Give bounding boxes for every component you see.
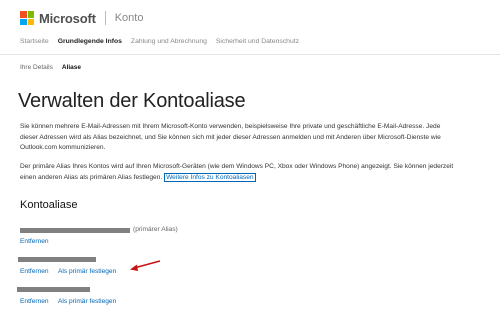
alias-3-make-primary-link[interactable]: Als primär festlegen [58, 298, 116, 305]
primary-alias-paragraph: Der primäre Alias Ihres Kontos wird auf … [20, 162, 460, 183]
alias-1-email-redacted [20, 228, 130, 233]
nav-item-startseite[interactable]: Startseite [20, 38, 49, 45]
main-nav: Startseite Grundlegende Infos Zahlung un… [20, 38, 299, 45]
aliases-heading: Kontoaliase [20, 199, 78, 211]
nav-item-zahlung[interactable]: Zahlung und Abrechnung [131, 38, 207, 45]
subnav-item-ihre-details[interactable]: Ihre Details [20, 64, 53, 71]
account-header: Microsoft Konto [20, 10, 143, 26]
header-divider [104, 11, 106, 25]
more-info-link[interactable]: Weitere Infos zu Kontoaliasen [164, 172, 256, 182]
annotation-arrow-icon [130, 260, 161, 271]
subnav-item-aliase[interactable]: Aliase [62, 64, 81, 71]
brand-name[interactable]: Microsoft [39, 11, 96, 26]
nav-divider [0, 54, 500, 55]
alias-1-remove-link[interactable]: Entfernen [20, 238, 49, 245]
alias-2-make-primary-link[interactable]: Als primär festlegen [58, 268, 116, 275]
alias-3-email-redacted [17, 287, 90, 292]
nav-item-grundlegende-infos[interactable]: Grundlegende Infos [58, 38, 122, 45]
alias-2-remove-link[interactable]: Entfernen [20, 268, 49, 275]
logo-square-yellow [27, 18, 34, 25]
alias-3-remove-link[interactable]: Entfernen [20, 298, 49, 305]
intro-paragraph: Sie können mehrere E-Mail-Adressen mit I… [20, 123, 441, 151]
primary-alias-badge: (primärer Alias) [133, 226, 178, 233]
logo-square-green [27, 11, 34, 18]
logo-square-blue [20, 18, 27, 25]
page-title: Verwalten der Kontoaliase [18, 90, 246, 112]
nav-item-sicherheit[interactable]: Sicherheit und Datenschutz [216, 38, 299, 45]
app-name[interactable]: Konto [115, 12, 144, 24]
alias-2-email-redacted [18, 257, 96, 262]
microsoft-logo-icon[interactable] [20, 11, 34, 25]
breadcrumb: Ihre Details Aliase [20, 64, 81, 71]
logo-square-red [20, 11, 27, 18]
